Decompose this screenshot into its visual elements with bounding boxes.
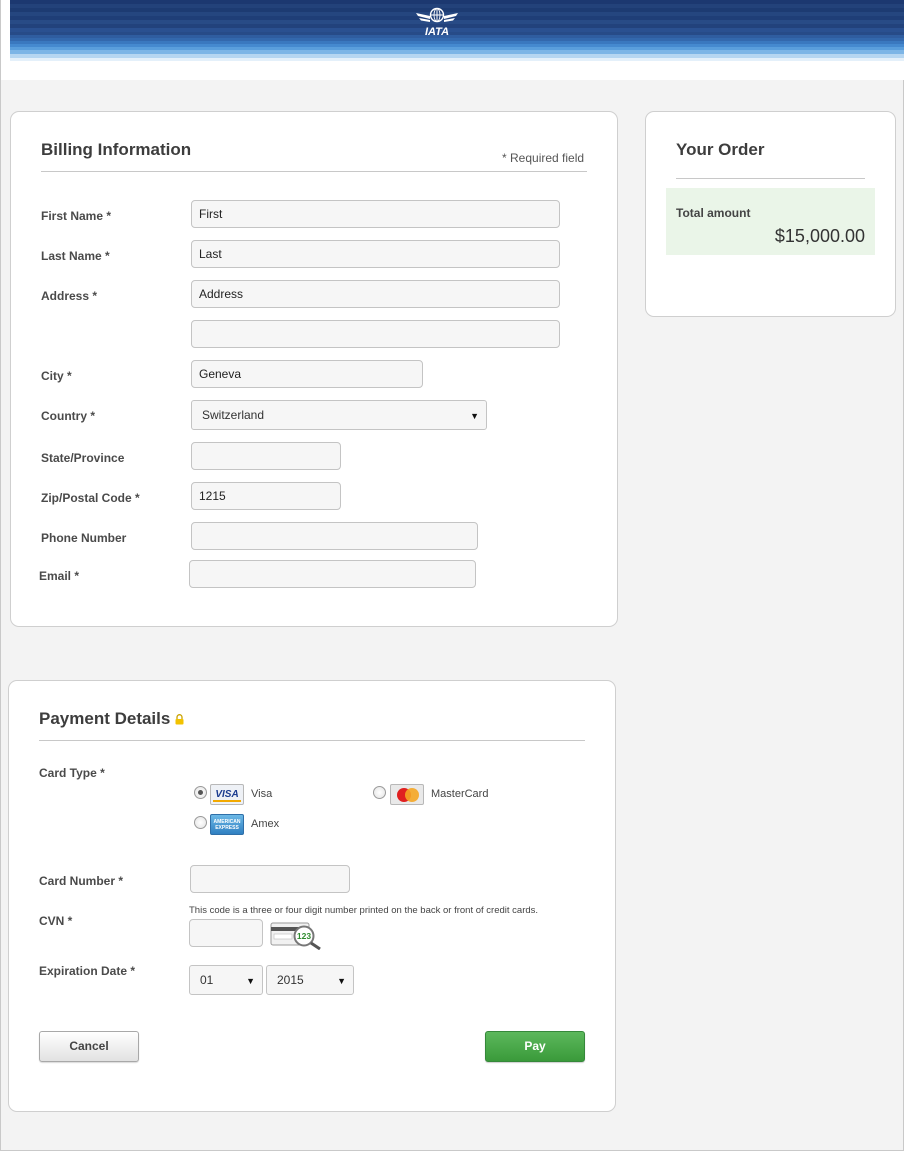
first-name-label: First Name *	[41, 209, 112, 223]
address-label: Address *	[41, 289, 98, 303]
card-number-field[interactable]	[190, 865, 350, 893]
expiration-month-select[interactable]: 01 ▼	[189, 965, 263, 995]
lock-icon	[175, 714, 184, 725]
chevron-down-icon: ▼	[470, 411, 479, 421]
header-banner: IATA	[10, 0, 904, 61]
payment-divider	[39, 740, 585, 741]
cvn-card-magnifier-icon: 123	[270, 922, 321, 950]
country-label: Country *	[41, 409, 95, 423]
expiration-year-select[interactable]: 2015 ▼	[266, 965, 354, 995]
cvn-icon-digits: 123	[297, 931, 311, 941]
payment-title: Payment Details	[39, 709, 184, 729]
email-field[interactable]	[189, 560, 476, 588]
cancel-button[interactable]: Cancel	[39, 1031, 139, 1062]
expiration-month-value: 01	[200, 973, 214, 987]
chevron-down-icon: ▼	[246, 976, 255, 986]
cvn-hint: This code is a three or four digit numbe…	[189, 905, 539, 916]
iata-logo: IATA	[416, 7, 458, 37]
phone-label: Phone Number	[41, 531, 127, 545]
country-select[interactable]: Switzerland ▼	[191, 400, 487, 430]
pay-button[interactable]: Pay	[485, 1031, 585, 1062]
expiration-label: Expiration Date *	[39, 964, 136, 978]
card-type-label: Card Type *	[39, 766, 105, 780]
chevron-down-icon: ▼	[337, 976, 346, 986]
required-field-note: * Required field	[502, 151, 585, 165]
mastercard-label: MasterCard	[431, 788, 489, 800]
billing-title: Billing Information	[41, 140, 192, 159]
amex-card-icon: AMERICAN EXPRESS	[210, 814, 244, 835]
last-name-field[interactable]: Last	[191, 240, 560, 268]
email-label: Email *	[39, 569, 80, 583]
mastercard-radio[interactable]	[373, 786, 386, 799]
phone-field[interactable]	[191, 522, 478, 550]
payment-title-text: Payment Details	[39, 709, 171, 728]
billing-divider	[41, 171, 587, 172]
amex-radio[interactable]	[194, 816, 207, 829]
order-divider	[676, 178, 865, 179]
last-name-label: Last Name *	[41, 249, 110, 263]
order-title: Your Order	[676, 140, 765, 159]
visa-label: Visa	[251, 788, 273, 800]
address-line2-field[interactable]	[191, 320, 560, 348]
state-label: State/Province	[41, 451, 125, 465]
city-field[interactable]: Geneva	[191, 360, 423, 388]
total-amount-value: $15,000.00	[774, 226, 865, 246]
first-name-field[interactable]: First	[191, 200, 560, 228]
zip-field[interactable]: 1215	[191, 482, 341, 510]
expiration-year-value: 2015	[277, 973, 304, 987]
mastercard-icon	[390, 784, 424, 805]
iata-logo-text: IATA	[425, 26, 449, 37]
city-label: City *	[41, 369, 72, 383]
state-field[interactable]	[191, 442, 341, 470]
order-total-box: Total amount $15,000.00	[666, 188, 875, 255]
card-number-label: Card Number *	[39, 874, 124, 888]
visa-card-icon: VISA	[210, 784, 244, 805]
total-amount-label: Total amount	[676, 206, 751, 220]
cvn-label: CVN *	[39, 914, 73, 928]
amex-label: Amex	[251, 818, 280, 830]
zip-label: Zip/Postal Code *	[41, 491, 140, 505]
cvn-field[interactable]	[189, 919, 263, 947]
country-select-value: Switzerland	[202, 408, 265, 422]
visa-radio[interactable]	[194, 786, 207, 799]
address-line1-field[interactable]: Address	[191, 280, 560, 308]
